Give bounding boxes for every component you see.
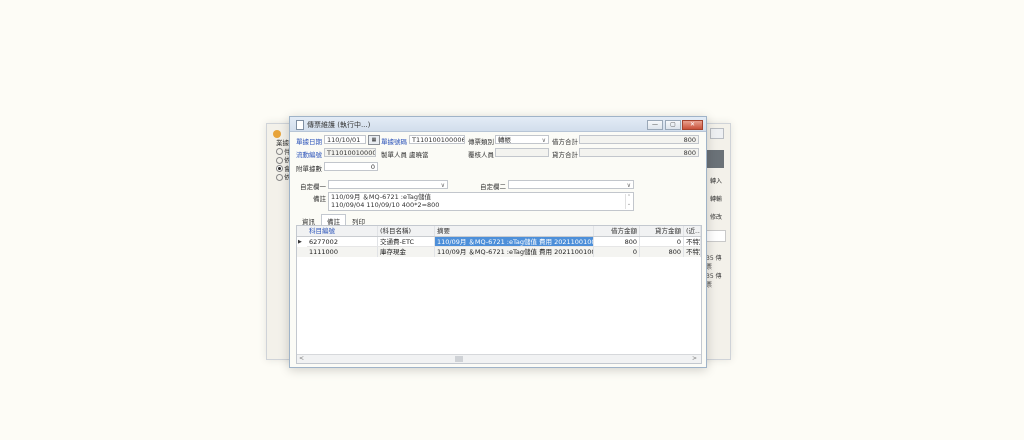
- background-input[interactable]: [706, 230, 726, 242]
- cell-extra[interactable]: 不特別: [684, 237, 701, 247]
- background-text-1: 35 傳票: [706, 255, 722, 271]
- cell-account-no[interactable]: 1111000: [307, 247, 378, 257]
- document-icon: [296, 120, 304, 130]
- voucher-type-label: 傳票類別: [468, 138, 494, 146]
- import-button[interactable]: 轉入: [706, 176, 726, 186]
- radio-selected-icon: [276, 165, 283, 172]
- background-right-panel: 轉入 轉輸 修改 35 傳票 35 傳票: [706, 150, 726, 290]
- maximize-button[interactable]: ▢: [665, 120, 681, 130]
- voucher-date-field[interactable]: 110/10/01: [324, 135, 366, 144]
- cell-extra[interactable]: 不特別: [684, 247, 701, 257]
- attachments-field[interactable]: 0: [324, 162, 378, 171]
- scroll-left-icon[interactable]: <: [299, 355, 304, 363]
- custom1-label: 自定欄一: [300, 183, 326, 191]
- credit-total-label: 貸方合計: [552, 151, 578, 159]
- voucher-date-label: 單據日期: [296, 138, 322, 146]
- calendar-icon[interactable]: ▦: [368, 135, 380, 145]
- table-row[interactable]: ▶ 6277002 交通費-ETC 110/09月 ＆MQ-6721 :eTag…: [297, 237, 701, 247]
- cell-credit[interactable]: 0: [640, 237, 684, 247]
- app-icon: [273, 130, 281, 138]
- chevron-down-icon: ∨: [541, 137, 546, 144]
- header-summary[interactable]: 摘要: [435, 226, 594, 236]
- reviewer-field: [495, 148, 549, 157]
- cell-debit[interactable]: 0: [594, 247, 640, 257]
- grid-header: 科目編號 (科目名稱) 摘要 借方金額 貸方金額 (近...: [297, 226, 701, 237]
- voucher-no-label: 單據號碼: [381, 138, 407, 146]
- entries-grid: 科目編號 (科目名稱) 摘要 借方金額 貸方金額 (近... ▶ 6277002…: [296, 225, 702, 364]
- radio-icon: [276, 173, 283, 181]
- voucher-dialog: 傳票維護 (執行中...) — ▢ ✕ 單據日期 110/10/01 ▦ 單據號…: [289, 116, 707, 368]
- cell-debit[interactable]: 800: [594, 237, 640, 247]
- cell-summary[interactable]: 110/09月 ＆MQ-6721 :eTag儲值 費用 20211001005 …: [435, 237, 594, 247]
- debit-total-field: 800: [579, 135, 699, 144]
- image-thumbnail: [706, 150, 724, 168]
- voucher-type-value: 轉帳: [498, 136, 511, 144]
- reviewer-label: 覆核人員: [468, 151, 494, 159]
- radio-icon: [276, 148, 283, 155]
- header-credit[interactable]: 貸方金額: [640, 226, 684, 236]
- table-row[interactable]: 1111000 庫存現金 110/09月 ＆MQ-6721 :eTag儲值 費用…: [297, 247, 701, 257]
- title-bar: 傳票維護 (執行中...) — ▢ ✕: [290, 117, 706, 132]
- flow-no-label: 流動編號: [296, 151, 322, 159]
- credit-total-field: 800: [579, 148, 699, 157]
- transfer-button[interactable]: 轉輸: [706, 194, 726, 204]
- radio-icon: [276, 156, 283, 164]
- header-debit[interactable]: 借方金額: [594, 226, 640, 236]
- notes-line-2: 110/09/04 110/09/10 400*2=800: [331, 200, 440, 209]
- cell-account-no[interactable]: 6277002: [307, 237, 378, 247]
- edit-button[interactable]: 修改: [706, 212, 726, 222]
- notes-label: 備註: [313, 195, 326, 203]
- header-extra[interactable]: (近...: [684, 226, 701, 236]
- creator-value: 盧曉當: [409, 151, 429, 159]
- tab-bar: 資訊 備註 列印: [296, 214, 371, 228]
- voucher-no-field[interactable]: T110100100006: [409, 135, 465, 144]
- cell-summary[interactable]: 110/09月 ＆MQ-6721 :eTag儲值 費用 20211001005 …: [435, 247, 594, 257]
- debit-total-label: 借方合計: [552, 138, 578, 146]
- notes-textarea[interactable]: 110/09月 ＆MQ-6721 :eTag儲值 110/09/04 110/0…: [328, 192, 634, 211]
- close-button[interactable]: ✕: [682, 120, 703, 130]
- horizontal-scrollbar[interactable]: < >: [297, 354, 701, 363]
- voucher-type-dropdown[interactable]: 轉帳 ∨: [495, 135, 549, 144]
- cell-account-name[interactable]: 交通費-ETC: [378, 237, 435, 247]
- row-indicator-icon: ▶: [298, 239, 302, 245]
- scroll-thumb[interactable]: [455, 356, 463, 362]
- chevron-down-icon: ∨: [440, 182, 445, 189]
- background-text-2: 35 傳票: [706, 273, 722, 289]
- close-button[interactable]: [710, 128, 724, 139]
- flow-no-field: T110100100005: [324, 148, 376, 157]
- creator-label: 製單人員: [381, 151, 407, 159]
- chevron-down-icon: ∨: [626, 182, 631, 189]
- cell-account-name[interactable]: 庫存現金: [378, 247, 435, 257]
- custom1-dropdown[interactable]: ∨: [328, 180, 448, 189]
- header-account-name[interactable]: (科目名稱): [378, 226, 435, 236]
- minimize-button[interactable]: —: [647, 120, 663, 130]
- custom2-dropdown[interactable]: ∨: [508, 180, 634, 189]
- cell-credit[interactable]: 800: [640, 247, 684, 257]
- scroll-right-icon[interactable]: >: [692, 355, 697, 363]
- window-title: 傳票維護 (執行中...): [307, 121, 371, 129]
- attachments-label: 附單據數: [296, 165, 322, 173]
- header-account-no[interactable]: 科目編號: [307, 226, 378, 236]
- notes-scrollbar[interactable]: ⌃ ⌄: [625, 194, 632, 209]
- custom2-label: 自定欄二: [480, 183, 506, 191]
